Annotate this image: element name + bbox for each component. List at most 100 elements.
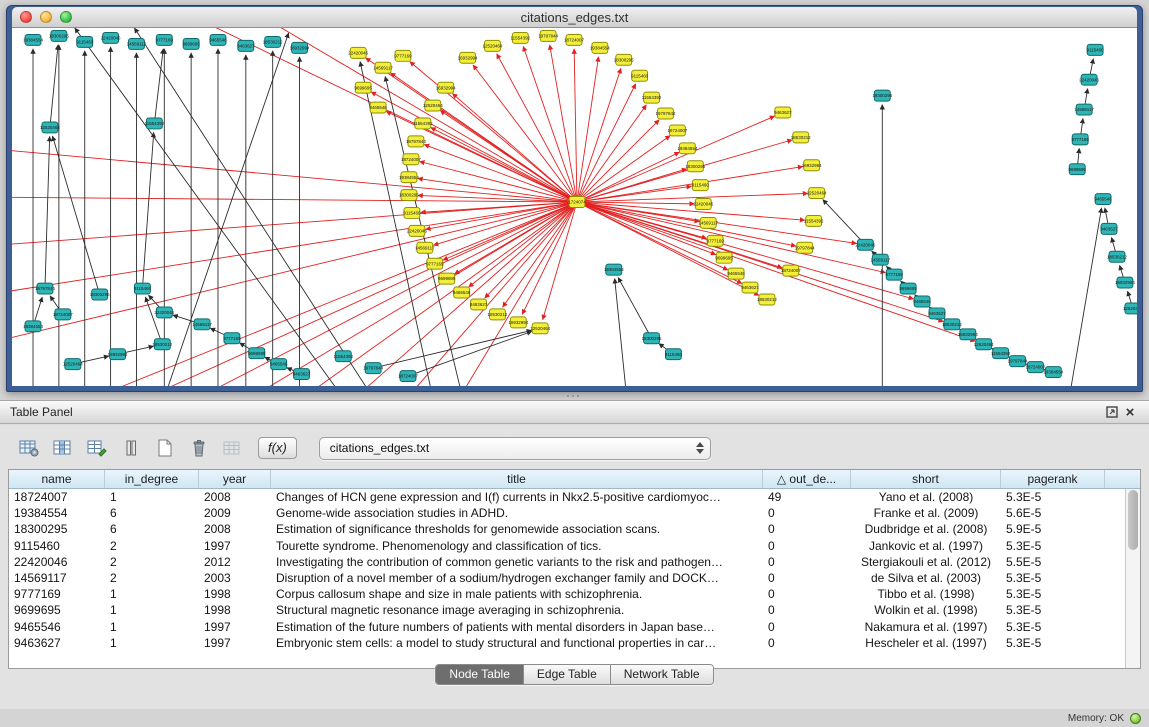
- graph-edge-black[interactable]: [615, 279, 627, 386]
- graph-edge-red[interactable]: [577, 202, 975, 341]
- graph-node[interactable]: 9465546: [727, 268, 745, 279]
- graph-node[interactable]: 18530212: [791, 132, 811, 143]
- graph-node[interactable]: 18300295: [642, 333, 662, 344]
- graph-node[interactable]: 16932994: [802, 160, 822, 171]
- graph-edge-red[interactable]: [12, 147, 577, 202]
- graph-node[interactable]: 19797844: [538, 30, 558, 41]
- graph-node[interactable]: 18530212: [942, 319, 962, 330]
- graph-node[interactable]: 9777169: [886, 269, 904, 280]
- graph-node[interactable]: 9777169: [156, 34, 174, 45]
- graph-node[interactable]: 18530212: [263, 36, 283, 47]
- graph-node[interactable]: 9115460: [631, 70, 649, 81]
- graph-node[interactable]: 11554392: [642, 92, 662, 103]
- graph-node[interactable]: 18530212: [757, 294, 777, 305]
- graph-edge-black[interactable]: [823, 200, 866, 245]
- column-header-title[interactable]: title: [271, 470, 763, 488]
- graph-node[interactable]: 11554392: [413, 118, 433, 129]
- graph-node[interactable]: 22420046: [407, 225, 427, 236]
- graph-edge-red[interactable]: [12, 202, 577, 296]
- graph-node[interactable]: 14569117: [192, 319, 212, 330]
- graph-edge-black[interactable]: [154, 49, 163, 124]
- graph-node[interactable]: 22420046: [101, 32, 121, 43]
- graph-node[interactable]: 12520464: [1123, 303, 1137, 314]
- column-header-out_degree[interactable]: △ out_de...: [763, 470, 851, 488]
- graph-node[interactable]: 18300295: [685, 161, 705, 172]
- graph-edge-red[interactable]: [577, 202, 759, 295]
- graph-node[interactable]: 18724007: [667, 125, 687, 136]
- graph-edge-red[interactable]: [497, 54, 577, 202]
- import-table-icon[interactable]: [218, 435, 248, 461]
- rows-icon[interactable]: [116, 435, 146, 461]
- graph-edge-black[interactable]: [142, 132, 153, 288]
- table-row[interactable]: 946554611997Estimation of the future num…: [9, 619, 1140, 635]
- graph-node[interactable]: 18724007: [564, 34, 584, 45]
- table-row[interactable]: 1938455462009Genome-wide association stu…: [9, 505, 1140, 521]
- graph-edge-black[interactable]: [145, 297, 162, 344]
- table-row[interactable]: 1830029562008Estimation of significance …: [9, 521, 1140, 537]
- graph-node[interactable]: 9465546: [1094, 194, 1112, 205]
- graph-node[interactable]: 9115460: [76, 36, 94, 47]
- graph-edge-red[interactable]: [473, 65, 577, 202]
- graph-node[interactable]: 18530212: [152, 339, 172, 350]
- show-columns-icon[interactable]: [48, 435, 78, 461]
- function-builder-button[interactable]: f(x): [258, 437, 297, 459]
- graph-edge-red[interactable]: [577, 202, 796, 246]
- graph-node[interactable]: 16932994: [290, 42, 310, 53]
- graph-node[interactable]: 11554392: [804, 215, 824, 226]
- graph-node[interactable]: 11554392: [145, 118, 165, 129]
- graph-node[interactable]: 18300295: [872, 90, 892, 101]
- table-select-dropdown[interactable]: citations_edges.txt: [319, 437, 711, 460]
- delete-column-icon[interactable]: [184, 435, 214, 461]
- table-vertical-scrollbar[interactable]: [1125, 489, 1140, 668]
- graph-node[interactable]: 18724007: [781, 265, 801, 276]
- graph-edge-red[interactable]: [12, 197, 577, 202]
- graph-node[interactable]: 9115460: [403, 207, 421, 218]
- graph-node[interactable]: 9777169: [223, 333, 241, 344]
- graph-node[interactable]: 18300295: [90, 289, 110, 300]
- minimize-window-button[interactable]: [40, 11, 52, 23]
- graph-node[interactable]: 9463627: [470, 299, 488, 310]
- graph-node[interactable]: 9777169: [426, 258, 444, 269]
- graph-node[interactable]: 12520464: [807, 188, 827, 199]
- tab-node-table[interactable]: Node Table: [436, 665, 524, 684]
- graph-node[interactable]: 19384554: [23, 34, 43, 45]
- graph-node[interactable]: 9699695: [1068, 164, 1086, 175]
- graph-node[interactable]: 9777169: [1071, 134, 1089, 145]
- graph-node[interactable]: 18724007: [398, 371, 418, 382]
- column-header-in_degree[interactable]: in_degree: [105, 470, 199, 488]
- table-row[interactable]: 911546021997Tourette syndrome. Phenomeno…: [9, 538, 1140, 554]
- graph-node[interactable]: 22420046: [855, 239, 875, 250]
- graph-node[interactable]: 19384554: [677, 143, 697, 154]
- graph-node[interactable]: 19384554: [1043, 367, 1063, 378]
- close-panel-icon[interactable]: ×: [1121, 404, 1139, 420]
- graph-node[interactable]: 19797844: [795, 242, 815, 253]
- network-canvas[interactable]: 1724074169329941252046411554392197978441…: [12, 28, 1137, 386]
- column-header-pagerank[interactable]: pagerank: [1001, 470, 1105, 488]
- panel-divider-handle[interactable]: [566, 394, 582, 399]
- graph-edge-red[interactable]: [85, 202, 577, 386]
- table-row[interactable]: 2242004622012Investigating the contribut…: [9, 554, 1140, 570]
- window-titlebar[interactable]: citations_edges.txt: [12, 7, 1137, 28]
- graph-node[interactable]: 11554392: [991, 348, 1011, 359]
- graph-node[interactable]: 12520464: [483, 40, 503, 51]
- graph-node[interactable]: 12520464: [974, 339, 994, 350]
- graph-node[interactable]: 9463627: [741, 282, 759, 293]
- graph-node[interactable]: 9465546: [209, 34, 227, 45]
- column-header-short[interactable]: short: [851, 470, 1001, 488]
- graph-node[interactable]: 18300295: [614, 54, 634, 65]
- graph-node[interactable]: 16932994: [1115, 277, 1135, 288]
- graph-edge-red[interactable]: [577, 136, 670, 202]
- graph-node[interactable]: 9699695: [715, 252, 733, 263]
- graph-node[interactable]: 18724007: [401, 154, 421, 165]
- graph-node[interactable]: 18300295: [399, 190, 419, 201]
- graph-node[interactable]: 9463627: [928, 308, 946, 319]
- graph-edge-red[interactable]: [577, 105, 646, 202]
- graph-node[interactable]: 9699695: [438, 273, 456, 284]
- graph-node[interactable]: 18300295: [49, 30, 69, 41]
- graph-node[interactable]: 14569117: [415, 242, 435, 253]
- graph-node[interactable]: 9115460: [1087, 44, 1105, 55]
- graph-node[interactable]: 19384554: [23, 321, 43, 332]
- tab-edge-table[interactable]: Edge Table: [524, 665, 611, 684]
- graph-node[interactable]: 19797844: [363, 363, 383, 374]
- table-row[interactable]: 977716911998Corpus callosum shape and si…: [9, 586, 1140, 602]
